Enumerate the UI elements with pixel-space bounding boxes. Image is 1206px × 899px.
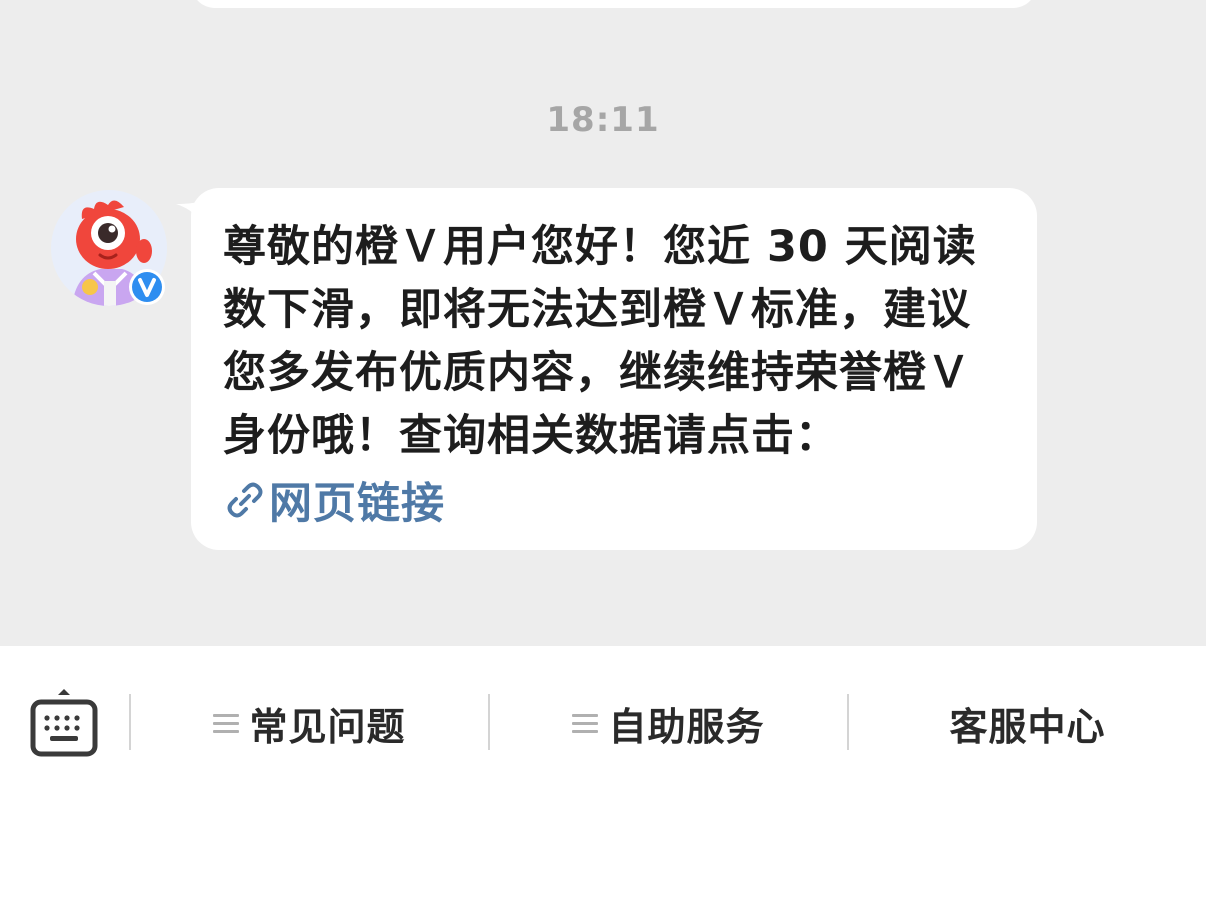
message-timestamp: 18:11: [546, 100, 660, 140]
menu-item-customer-service[interactable]: 客服中心: [849, 694, 1206, 752]
menu-item-label: 客服中心: [949, 704, 1106, 749]
message-text: 尊敬的橙Ｖ用户您好！您近 30 天阅读数下滑，即将无法达到橙Ｖ标准，建议您多发布…: [223, 222, 977, 461]
menu-item-self-service[interactable]: 自助服务: [490, 694, 847, 752]
menu-item-faq[interactable]: 常见问题: [131, 694, 488, 752]
verified-badge-icon: [128, 268, 166, 306]
web-link[interactable]: 网页链接: [223, 468, 445, 531]
menu-lines-icon: [572, 712, 599, 734]
chat-area[interactable]: 18:11 尊敬的橙Ｖ用户您好！您近 30 天阅读数下滑，即将无法达到橙Ｖ标准，…: [0, 0, 1206, 646]
bottom-menu-bar: 常见问题 自助服务 客服中心: [0, 646, 1206, 899]
menu-lines-icon: [213, 712, 240, 734]
keyboard-toggle-button[interactable]: [28, 686, 100, 760]
previous-message-bubble[interactable]: [191, 0, 1037, 8]
link-icon: [223, 478, 267, 522]
keyboard-icon: [30, 689, 98, 757]
message-bubble[interactable]: 尊敬的橙Ｖ用户您好！您近 30 天阅读数下滑，即将无法达到橙Ｖ标准，建议您多发布…: [191, 188, 1037, 550]
menu-item-label: 常见问题: [249, 704, 406, 749]
web-link-label[interactable]: 网页链接: [269, 469, 445, 531]
menu-item-label: 自助服务: [608, 704, 765, 749]
